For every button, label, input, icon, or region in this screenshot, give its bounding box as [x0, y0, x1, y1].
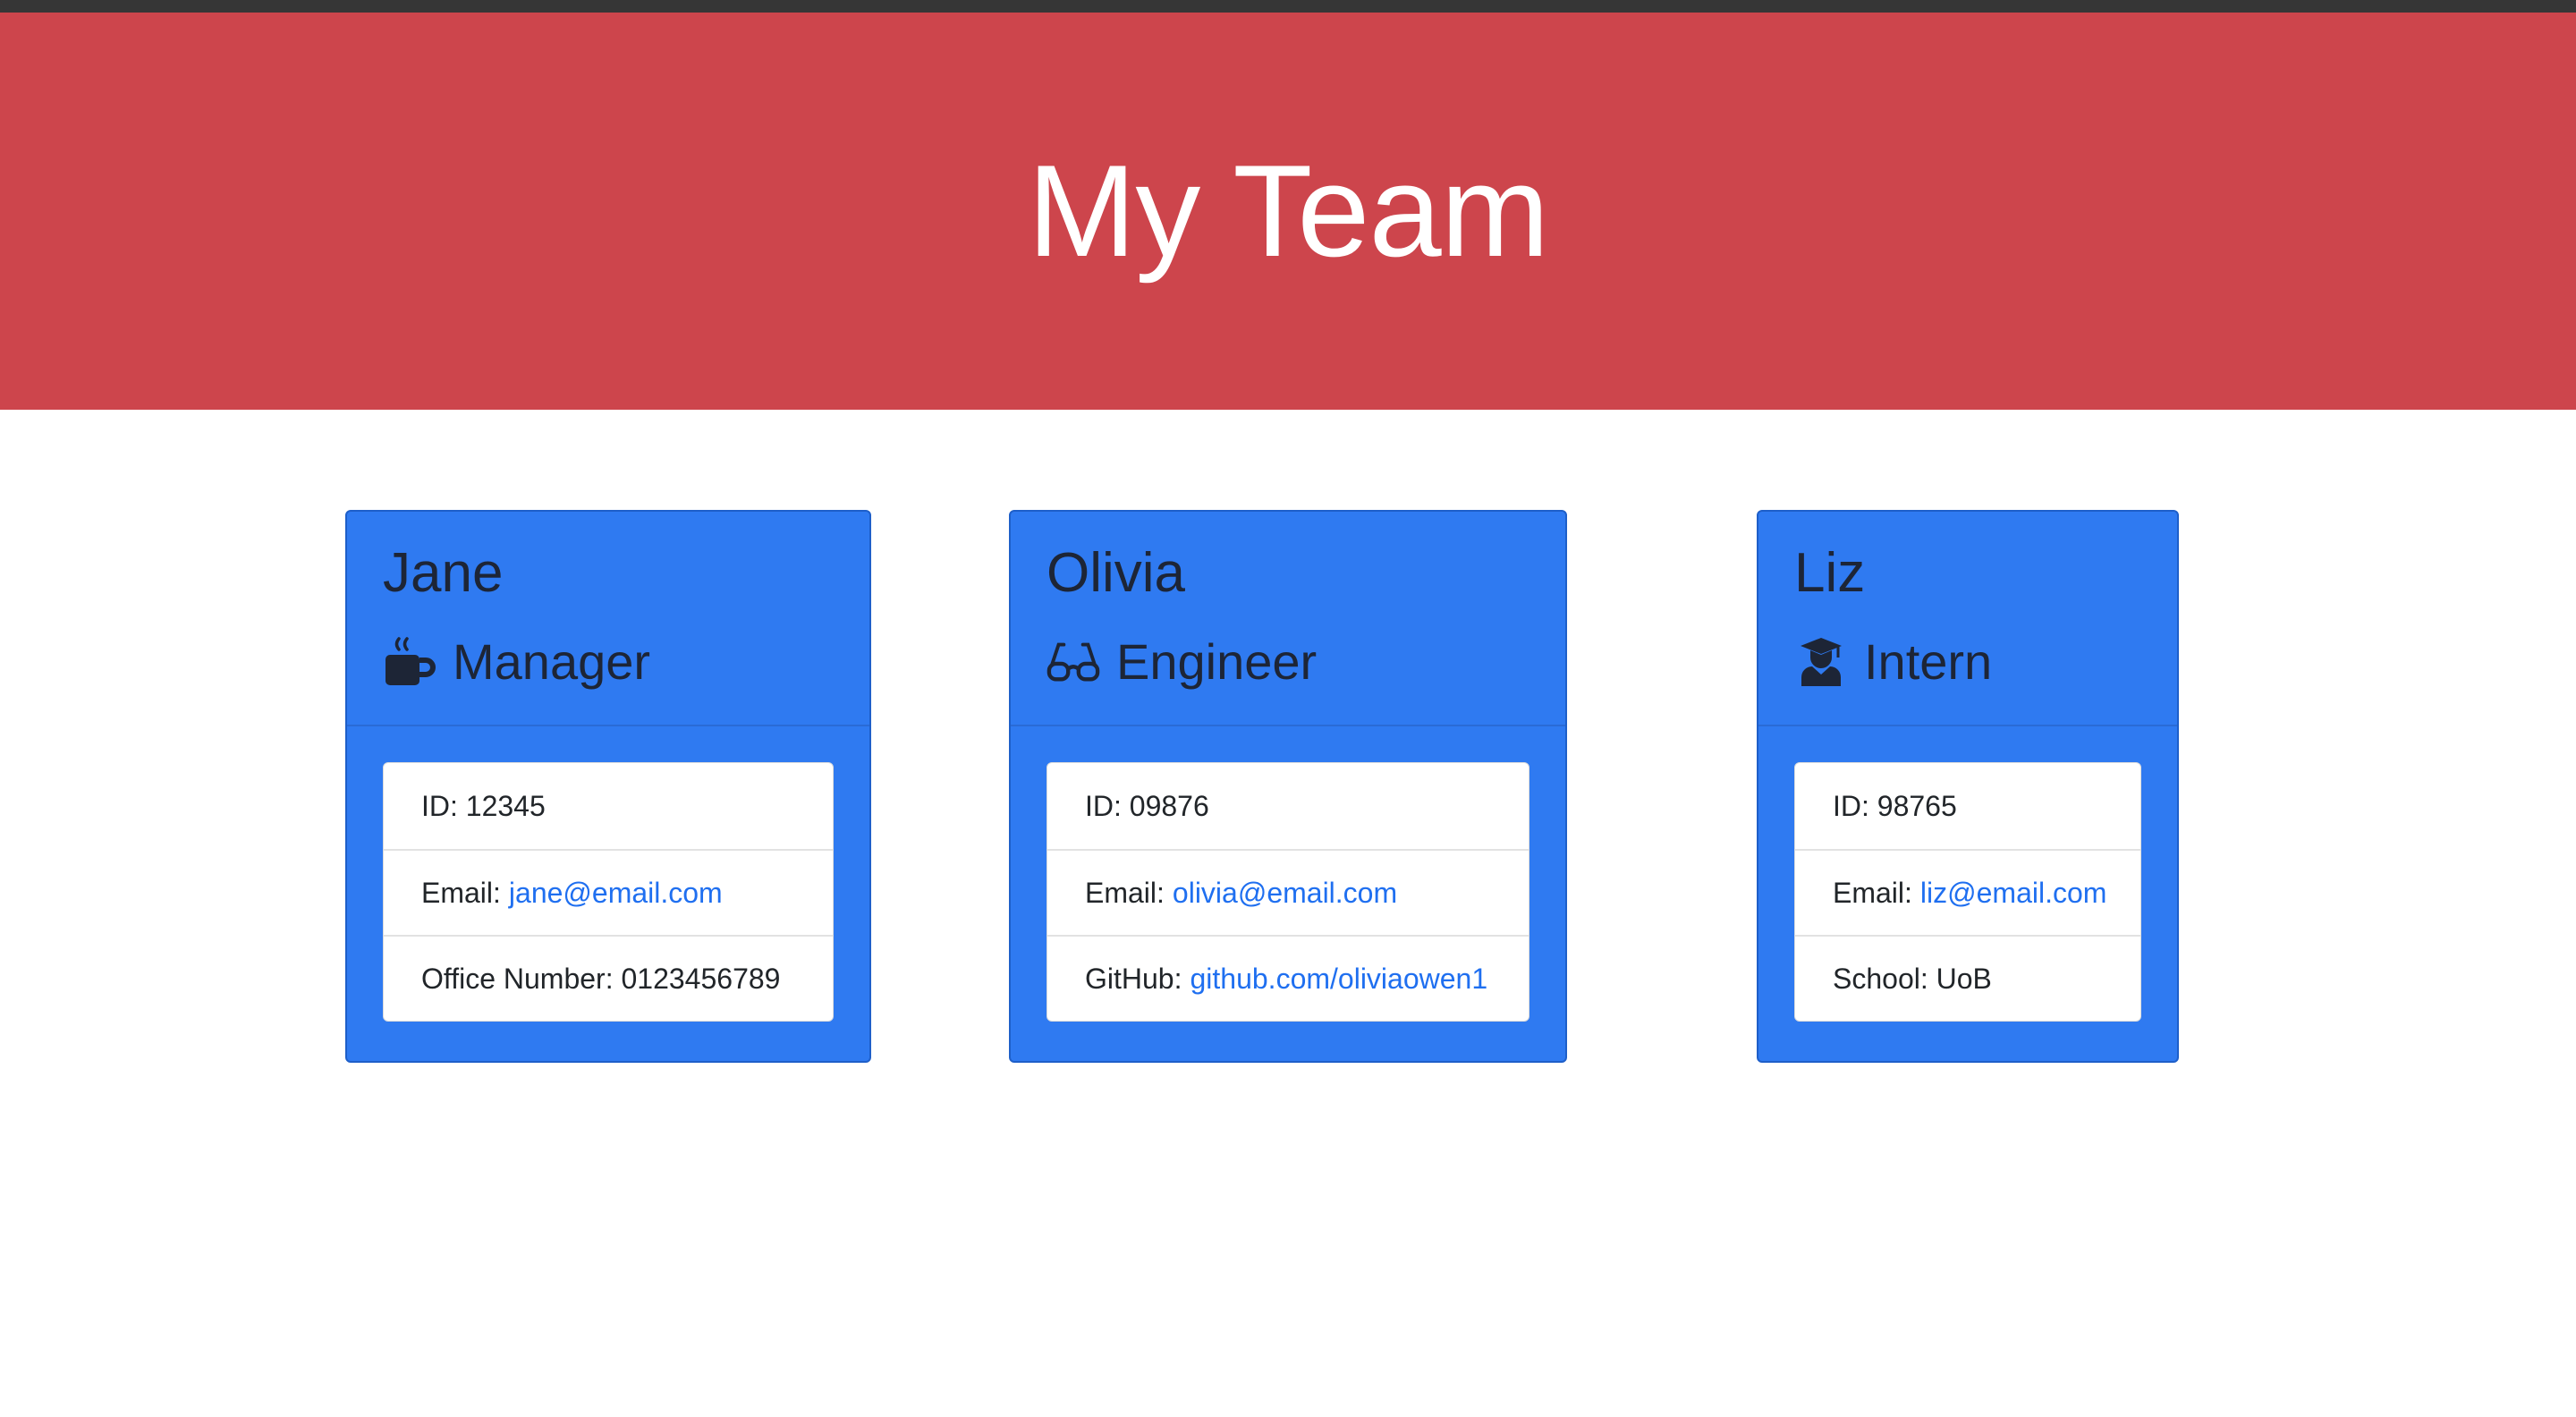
employee-name: Jane [383, 542, 504, 604]
info-list: ID: 09876 Email: olivia@email.com GitHub… [1046, 762, 1530, 1022]
github-item: GitHub: github.com/oliviaowen1 [1047, 935, 1529, 1021]
school-label: School: [1833, 962, 1928, 995]
employee-role: Manager [383, 630, 834, 692]
id-value: 12345 [465, 789, 546, 822]
id-value: 09876 [1129, 789, 1209, 822]
school-value: UoB [1936, 962, 1992, 995]
info-list: ID: 12345 Email: jane@email.com Office N… [383, 762, 834, 1022]
employee-role: Engineer [1046, 630, 1530, 692]
card-header: Jane Manager [347, 512, 869, 726]
office-number-label: Office Number: [421, 962, 614, 995]
email-item: Email: liz@email.com [1795, 849, 2140, 935]
school-item: School: UoB [1795, 935, 2140, 1021]
coffee-mug-icon [383, 634, 436, 688]
email-label: Email: [1085, 876, 1165, 909]
card-body: ID: 12345 Email: jane@email.com Office N… [347, 726, 869, 1057]
card-body: ID: 98765 Email: liz@email.com School: U… [1758, 726, 2177, 1057]
employee-name: Olivia [1046, 542, 1186, 604]
email-item: Email: jane@email.com [384, 849, 833, 935]
id-label: ID: [421, 789, 458, 822]
employee-card-manager: Jane Manager ID: 12345 Email: jane@email… [345, 510, 871, 1063]
email-item: Email: olivia@email.com [1047, 849, 1529, 935]
graduate-icon [1794, 634, 1848, 688]
id-label: ID: [1085, 789, 1122, 822]
window-top-bar [0, 0, 2576, 13]
id-item: ID: 09876 [1047, 763, 1529, 849]
office-number-item: Office Number: 0123456789 [384, 935, 833, 1021]
glasses-icon [1046, 634, 1100, 688]
employee-role-label: Engineer [1116, 632, 1318, 690]
card-header: Olivia Engineer [1011, 512, 1565, 726]
employee-name: Liz [1794, 542, 1866, 604]
id-value: 98765 [1877, 789, 1957, 822]
page-header: My Team [0, 13, 2576, 410]
github-link[interactable]: github.com/oliviaowen1 [1190, 963, 1487, 996]
page-title: My Team [1027, 138, 1550, 284]
employee-card-intern: Liz Intern ID: 98765 Email: liz@email.co… [1757, 510, 2179, 1063]
employee-card-engineer: Olivia Engineer ID: 09876 Email: olivia@… [1009, 510, 1567, 1063]
email-link[interactable]: liz@email.com [1920, 877, 2107, 910]
info-list: ID: 98765 Email: liz@email.com School: U… [1794, 762, 2141, 1022]
github-label: GitHub: [1085, 962, 1182, 995]
email-link[interactable]: jane@email.com [509, 877, 723, 910]
id-label: ID: [1833, 789, 1869, 822]
employee-role-label: Intern [1864, 632, 1993, 690]
id-item: ID: 98765 [1795, 763, 2140, 849]
id-item: ID: 12345 [384, 763, 833, 849]
card-body: ID: 09876 Email: olivia@email.com GitHub… [1011, 726, 1565, 1057]
employee-role: Intern [1794, 630, 2141, 692]
email-link[interactable]: olivia@email.com [1173, 877, 1397, 910]
employee-role-label: Manager [453, 632, 651, 690]
email-label: Email: [421, 876, 501, 909]
email-label: Email: [1833, 876, 1912, 909]
card-header: Liz Intern [1758, 512, 2177, 726]
office-number-value: 0123456789 [621, 962, 781, 995]
